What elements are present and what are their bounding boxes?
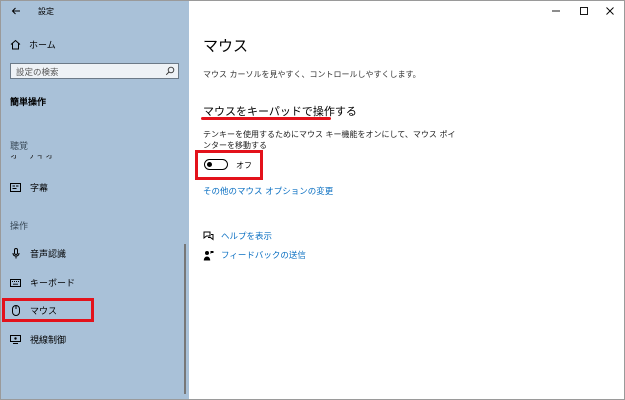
home-icon xyxy=(10,39,22,51)
other-mouse-options-link[interactable]: その他のマウス オプションの変更 xyxy=(203,185,333,197)
keyboard-icon xyxy=(10,277,21,288)
search-icon xyxy=(165,66,175,76)
group-heading-hearing: 聴覚 xyxy=(10,142,29,152)
sidebar-item-home[interactable]: ホーム xyxy=(10,38,56,51)
sidebar: 設定 ホーム 設定の検索 簡単操作 聴覚 オーディオ 字幕 操作 音声認識 キー… xyxy=(1,1,189,399)
page-title: マウス xyxy=(203,37,249,55)
app-title: 設定 xyxy=(38,7,54,16)
sidebar-item-label: ホーム xyxy=(29,41,56,51)
minimize-button[interactable] xyxy=(549,4,563,18)
sidebar-item-speech[interactable]: 音声認識 xyxy=(10,247,66,260)
titlebar: 設定 xyxy=(1,1,189,23)
eye-control-icon xyxy=(10,334,21,345)
main-content: マウス マウス カーソルを見やすく、コントロールしやすくします。 マウスをキーパ… xyxy=(189,1,624,399)
highlight-box-mouse xyxy=(2,298,94,322)
sidebar-item-label: 音声認識 xyxy=(30,250,67,260)
feedback-link-row[interactable]: フィードバックの送信 xyxy=(203,249,306,261)
help-link-row[interactable]: ヘルプを表示 xyxy=(203,230,272,242)
search-placeholder: 設定の検索 xyxy=(16,68,59,78)
maximize-icon xyxy=(580,7,588,15)
maximize-button[interactable] xyxy=(577,4,591,18)
section-title: 簡単操作 xyxy=(10,98,47,108)
sidebar-item-label: 字幕 xyxy=(30,184,49,194)
back-button[interactable] xyxy=(9,4,23,18)
toggle-state-label: オフ xyxy=(236,161,252,170)
heading-underline-annotation xyxy=(201,117,331,120)
sidebar-item-audio-clipped[interactable]: オーディオ xyxy=(10,155,54,161)
toggle-knob xyxy=(207,161,212,167)
help-link[interactable]: ヘルプを表示 xyxy=(221,230,272,242)
microphone-icon xyxy=(10,248,21,259)
sidebar-item-label: キーボード xyxy=(30,279,76,289)
sidebar-item-label: 視線制御 xyxy=(30,336,67,346)
group-heading-interaction: 操作 xyxy=(10,222,29,232)
settings-window: 設定 ホーム 設定の検索 簡単操作 聴覚 オーディオ 字幕 操作 音声認識 キー… xyxy=(0,0,625,400)
captions-icon xyxy=(10,182,21,193)
page-description: マウス カーソルを見やすく、コントロールしやすくします。 xyxy=(203,70,421,79)
mouse-keys-toggle[interactable] xyxy=(204,159,228,170)
help-chat-icon xyxy=(203,230,215,242)
close-button[interactable] xyxy=(603,4,617,18)
sidebar-item-captions[interactable]: 字幕 xyxy=(10,181,48,194)
minimize-icon xyxy=(552,10,560,12)
back-arrow-icon xyxy=(11,7,20,15)
sidebar-item-keyboard[interactable]: キーボード xyxy=(10,276,75,289)
close-icon xyxy=(606,7,614,15)
mouse-keys-description: テンキーを使用するためにマウス キー機能をオンにして、マウス ポインターを移動す… xyxy=(203,130,456,150)
feedback-link[interactable]: フィードバックの送信 xyxy=(221,249,306,261)
sidebar-item-eye-control[interactable]: 視線制御 xyxy=(10,333,66,346)
sidebar-scrollbar[interactable] xyxy=(184,244,186,394)
feedback-person-icon xyxy=(203,249,215,261)
search-input[interactable]: 設定の検索 xyxy=(10,63,179,79)
